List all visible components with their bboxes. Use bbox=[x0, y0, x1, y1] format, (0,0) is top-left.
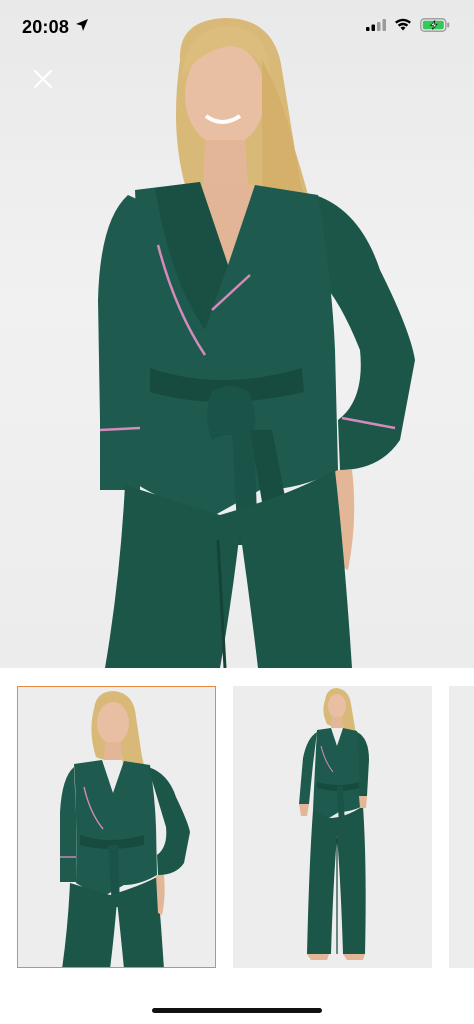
status-right bbox=[366, 17, 450, 37]
cellular-signal-icon bbox=[366, 18, 386, 36]
status-time: 20:08 bbox=[22, 16, 70, 37]
status-bar: 20:08 bbox=[0, 0, 474, 54]
thumbnail-strip[interactable] bbox=[0, 668, 474, 988]
close-icon bbox=[33, 69, 53, 94]
model-photo bbox=[98, 18, 415, 668]
thumbnail-1-image bbox=[60, 691, 190, 967]
close-button[interactable] bbox=[26, 64, 60, 98]
thumbnail-2-image bbox=[299, 688, 369, 960]
thumbnail-2[interactable] bbox=[233, 686, 432, 968]
product-main-image[interactable] bbox=[0, 0, 474, 668]
wifi-icon bbox=[394, 18, 412, 36]
status-left: 20:08 bbox=[22, 17, 89, 38]
thumbnail-3[interactable] bbox=[449, 686, 474, 968]
thumbnail-1[interactable] bbox=[17, 686, 216, 968]
home-indicator bbox=[152, 1008, 322, 1013]
battery-charging-icon bbox=[420, 17, 450, 37]
location-arrow-icon bbox=[75, 18, 89, 37]
